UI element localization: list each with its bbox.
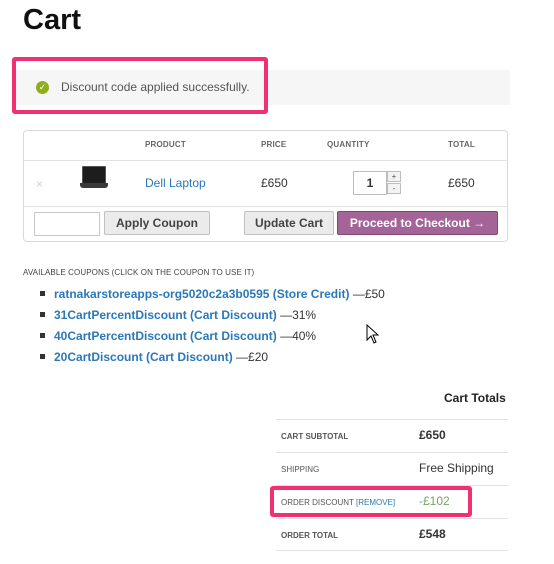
coupon-link[interactable]: 40CartPercentDiscount (Cart Discount): [54, 329, 277, 343]
remove-item-icon[interactable]: ×: [36, 177, 43, 191]
mouse-cursor-icon: [366, 324, 380, 344]
product-price: £650: [261, 176, 288, 190]
coupon-code-input[interactable]: [34, 212, 100, 236]
totals-divider: [276, 550, 508, 551]
coupon-link[interactable]: 31CartPercentDiscount (Cart Discount): [54, 308, 277, 322]
coupon-link[interactable]: 20CartDiscount (Cart Discount): [54, 350, 233, 364]
totals-divider: [276, 419, 508, 420]
available-coupons-heading: AVAILABLE COUPONS (CLICK ON THE COUPON T…: [23, 268, 255, 277]
apply-coupon-button[interactable]: Apply Coupon: [104, 211, 210, 235]
coupon-value: —31%: [280, 308, 317, 322]
quantity-input[interactable]: 1: [353, 171, 387, 195]
cart-subtotal-label: CART SUBTOTAL: [281, 432, 349, 441]
coupon-value: —£20: [236, 350, 269, 364]
coupon-list-item: 20CartDiscount (Cart Discount) —£20: [40, 350, 268, 364]
notice-highlight-box: [12, 57, 268, 114]
column-header-product: PRODUCT: [145, 140, 186, 149]
line-total: £650: [448, 176, 475, 190]
cart-subtotal-value: £650: [419, 428, 446, 442]
quantity-increase-button[interactable]: +: [387, 171, 401, 182]
shipping-label: SHIPPING: [281, 465, 320, 474]
column-header-price: PRICE: [261, 140, 287, 149]
discount-highlight-box: [270, 486, 472, 517]
totals-divider: [276, 518, 508, 519]
column-header-quantity: QUANTITY: [327, 140, 370, 149]
coupon-list-item: 40CartPercentDiscount (Cart Discount) —4…: [40, 329, 316, 343]
proceed-to-checkout-button[interactable]: Proceed to Checkout →: [337, 211, 498, 235]
quantity-decrease-button[interactable]: -: [387, 183, 401, 194]
product-thumbnail[interactable]: [80, 166, 108, 190]
shipping-value: Free Shipping: [419, 461, 494, 475]
page-title: Cart: [23, 4, 82, 36]
coupon-value: —40%: [280, 329, 317, 343]
totals-divider: [276, 452, 508, 453]
order-total-value: £548: [419, 527, 446, 541]
product-link[interactable]: Dell Laptop: [145, 176, 206, 190]
coupon-list-item: 31CartPercentDiscount (Cart Discount) —3…: [40, 308, 316, 322]
coupon-list-item: ratnakarstoreapps-org5020c2a3b0595 (Stor…: [40, 287, 385, 301]
update-cart-button[interactable]: Update Cart: [244, 211, 334, 235]
order-total-label: ORDER TOTAL: [281, 531, 339, 540]
table-divider: [24, 206, 508, 207]
column-header-total: TOTAL: [448, 140, 475, 149]
coupon-link[interactable]: ratnakarstoreapps-org5020c2a3b0595 (Stor…: [54, 287, 349, 301]
table-divider: [24, 160, 508, 161]
coupon-value: —£50: [352, 287, 385, 301]
cart-totals-title: Cart Totals: [444, 391, 506, 405]
